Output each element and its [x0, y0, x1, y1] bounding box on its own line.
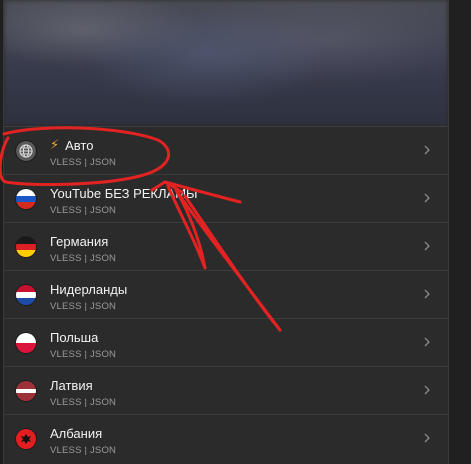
server-name: Албания	[50, 425, 103, 441]
server-name: Германия	[50, 233, 109, 249]
server-protocol: VLESS | JSON	[50, 445, 117, 456]
server-row-netherlands[interactable]: Нидерланды VLESS | JSON	[4, 270, 448, 318]
server-name: Польша	[50, 329, 99, 345]
server-protocol: VLESS | JSON	[50, 301, 117, 312]
chevron-right-icon	[424, 145, 430, 155]
server-row-germany[interactable]: Германия VLESS | JSON	[4, 222, 448, 270]
server-list: ⚡ Авто VLESS | JSON YouTube БЕЗ РЕКЛАМЫ …	[4, 126, 448, 462]
server-name: YouTube БЕЗ РЕКЛАМЫ	[50, 185, 198, 201]
server-name-line: Латвия	[50, 377, 93, 393]
chevron-right-icon	[424, 193, 430, 203]
server-name-line: Польша	[50, 329, 98, 345]
server-protocol: VLESS | JSON	[50, 253, 117, 264]
lightning-icon: ⚡	[50, 137, 60, 152]
flag-netherlands-icon	[16, 285, 36, 305]
server-name-line: ⚡ Авто	[50, 137, 93, 153]
server-name: Латвия	[50, 377, 93, 393]
flag-latvia-icon	[16, 381, 36, 401]
server-row-albania[interactable]: Албания VLESS | JSON	[4, 414, 448, 462]
server-row-latvia[interactable]: Латвия VLESS | JSON	[4, 366, 448, 414]
server-name: Авто	[65, 137, 94, 153]
server-protocol: VLESS | JSON	[50, 349, 117, 360]
server-name-line: Нидерланды	[50, 281, 127, 297]
server-list-panel: ⚡ Авто VLESS | JSON YouTube БЕЗ РЕКЛАМЫ …	[3, 0, 449, 464]
server-row-auto[interactable]: ⚡ Авто VLESS | JSON	[4, 126, 448, 174]
server-name-line: Албания	[50, 425, 102, 441]
globe-icon	[16, 141, 36, 161]
flag-germany-icon	[16, 237, 36, 257]
chevron-right-icon	[424, 385, 430, 395]
flag-poland-icon	[16, 333, 36, 353]
chevron-right-icon	[424, 289, 430, 299]
server-name-line: YouTube БЕЗ РЕКЛАМЫ	[50, 185, 198, 201]
server-protocol: VLESS | JSON	[50, 397, 117, 408]
window-edge-strip	[449, 0, 471, 464]
server-protocol: VLESS | JSON	[50, 205, 117, 216]
flag-russia-icon	[16, 189, 36, 209]
flag-albania-icon	[16, 429, 36, 449]
blurred-header-banner	[4, 0, 448, 125]
server-protocol: VLESS | JSON	[50, 157, 117, 168]
server-name-line: Германия	[50, 233, 108, 249]
server-name: Нидерланды	[50, 281, 128, 297]
app-window: ⚡ Авто VLESS | JSON YouTube БЕЗ РЕКЛАМЫ …	[0, 0, 471, 464]
chevron-right-icon	[424, 433, 430, 443]
chevron-right-icon	[424, 241, 430, 251]
chevron-right-icon	[424, 337, 430, 347]
server-row-youtube[interactable]: YouTube БЕЗ РЕКЛАМЫ VLESS | JSON	[4, 174, 448, 222]
server-row-poland[interactable]: Польша VLESS | JSON	[4, 318, 448, 366]
